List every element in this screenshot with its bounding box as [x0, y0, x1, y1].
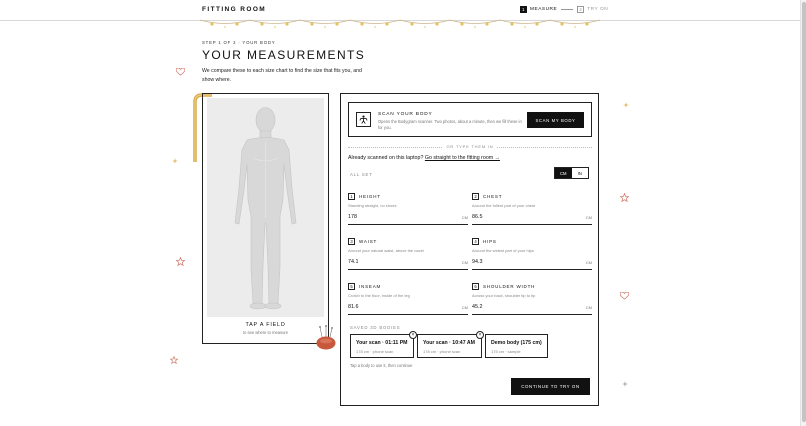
- step-1-label: MEASURE: [530, 7, 558, 12]
- page-scrollbar[interactable]: [800, 0, 806, 426]
- field-label: HEIGHT: [359, 194, 381, 199]
- saved-bodies-title: SAVED 3D BODIES: [350, 325, 401, 330]
- field-unit: CM: [461, 215, 468, 220]
- inseam-input[interactable]: 81.6: [348, 304, 359, 310]
- field-underline: [348, 224, 468, 225]
- measurements-form-panel: SCAN YOUR BODY Opens the Bodygram scanne…: [340, 93, 599, 406]
- heart-outline-icon: [176, 68, 185, 76]
- waist-field[interactable]: 3 WAIST Around your natural waist, above…: [348, 238, 468, 272]
- shoulder-width-input[interactable]: 45.2: [472, 304, 483, 310]
- field-number: 5: [348, 283, 355, 290]
- step-2-label: TRY ON: [587, 7, 609, 12]
- tap-field-subtitle: to see where to measure: [242, 330, 289, 335]
- hips-input[interactable]: 94.3: [472, 259, 483, 265]
- field-number: 1: [348, 193, 355, 200]
- saved-body-name: Your scan · 10:47 AM: [423, 340, 475, 346]
- saved-body-card[interactable]: Your scan · 01:11 PM 178 cm · phone scan…: [350, 331, 417, 358]
- field-label: SHOULDER WIDTH: [483, 284, 536, 289]
- height-input[interactable]: 178: [348, 214, 357, 220]
- saved-body-meta: 175 cm · sample: [491, 349, 521, 354]
- fitting-room-link[interactable]: Go straight to the fitting room →: [425, 155, 500, 161]
- field-number: 3: [348, 238, 355, 245]
- field-hint: Across your back, shoulder tip to tip: [472, 293, 536, 298]
- scan-description: Opens the Bodygram scanner. Two photos, …: [378, 119, 522, 130]
- saved-bodies-hint: Tap a body to use it, then continue: [350, 363, 413, 368]
- field-unit: CM: [461, 260, 468, 265]
- already-scanned-text: Already scanned on this laptop?: [348, 155, 424, 161]
- scan-body-icon: [356, 112, 371, 127]
- body-figure-background: [207, 98, 324, 317]
- field-underline: [472, 314, 592, 315]
- field-hint: Around your natural waist, above the nav…: [348, 248, 424, 253]
- body-figure-panel: TAP A FIELD to see where to measure: [202, 93, 329, 344]
- saved-body-meta: 178 cm · phone scan: [423, 349, 461, 354]
- field-label: CHEST: [483, 194, 503, 199]
- already-scanned-row: Already scanned on this laptop? Go strai…: [348, 155, 500, 161]
- or-divider-text: OR TYPE THEM IN: [442, 144, 498, 149]
- saved-body-meta: 178 cm · phone scan: [356, 349, 394, 354]
- string-lights-decoration: [200, 19, 600, 29]
- continue-to-try-on-button[interactable]: CONTINUE TO TRY ON: [511, 378, 590, 395]
- field-label: WAIST: [359, 239, 378, 244]
- page-title: YOUR MEASUREMENTS: [202, 48, 366, 62]
- star-outline-icon: [176, 257, 185, 266]
- unit-option-in[interactable]: IN: [572, 168, 589, 178]
- unit-option-cm[interactable]: CM: [555, 168, 572, 178]
- field-hint: Standing straight, no shoes: [348, 203, 397, 208]
- step-2-number: 2: [577, 6, 585, 13]
- field-number: 6: [472, 283, 479, 290]
- unit-toggle: CM IN: [554, 167, 589, 179]
- field-hint: Around the fullest part of your chest: [472, 203, 536, 208]
- waist-input[interactable]: 74.1: [348, 259, 359, 265]
- field-underline: [472, 224, 592, 225]
- saved-body-name: Your scan · 01:11 PM: [356, 340, 408, 346]
- field-number: 2: [472, 193, 479, 200]
- scan-figure-icon: [359, 115, 368, 124]
- field-unit: CM: [585, 215, 592, 220]
- step-1-number: 1: [520, 6, 527, 13]
- chest-input[interactable]: 86.5: [472, 214, 483, 220]
- scan-my-body-button[interactable]: SCAN MY BODY: [527, 112, 584, 128]
- field-underline: [472, 269, 592, 270]
- saved-body-name: Demo body (175 cm): [491, 340, 542, 346]
- delete-saved-body-button[interactable]: ×: [409, 331, 417, 339]
- scan-body-card: SCAN YOUR BODY Opens the Bodygram scanne…: [348, 102, 592, 137]
- inseam-field[interactable]: 5 INSEAM Crotch to the floor, inside of …: [348, 283, 468, 317]
- field-hint: Around the widest part of your hips: [472, 248, 534, 253]
- sparkle-icon: [623, 102, 629, 108]
- saved-body-card[interactable]: Your scan · 10:47 AM 178 cm · phone scan…: [417, 331, 484, 358]
- field-label: HIPS: [483, 239, 497, 244]
- body-silhouette[interactable]: [207, 98, 324, 317]
- field-underline: [348, 314, 468, 315]
- field-unit: CM: [461, 305, 468, 310]
- field-underline: [348, 269, 468, 270]
- saved-body-card[interactable]: Demo body (175 cm) 175 cm · sample: [485, 334, 548, 358]
- star-outline-icon: [620, 193, 629, 202]
- field-number: 4: [472, 238, 479, 245]
- hips-field[interactable]: 4 HIPS Around the widest part of your hi…: [472, 238, 592, 272]
- height-field[interactable]: 1 HEIGHT Standing straight, no shoes 178…: [348, 193, 468, 227]
- step-divider: [561, 9, 574, 10]
- status-text: ALL SET: [350, 172, 373, 177]
- field-label: INSEAM: [359, 284, 382, 289]
- field-hint: Crotch to the floor, inside of the leg: [348, 293, 410, 298]
- scan-title: SCAN YOUR BODY: [378, 112, 433, 117]
- page-subtitle: We compare these to each size chart to f…: [202, 68, 362, 83]
- brand-logo[interactable]: FITTING ROOM: [202, 6, 266, 13]
- sparkle-icon: [172, 158, 178, 164]
- chest-field[interactable]: 2 CHEST Around the fullest part of your …: [472, 193, 592, 227]
- sparkle-icon: [622, 381, 628, 387]
- heart-outline-icon: [620, 292, 629, 300]
- scrollbar-thumb[interactable]: [802, 2, 806, 422]
- step-indicator: 1 MEASURE 2 TRY ON: [520, 6, 608, 13]
- delete-saved-body-button[interactable]: ×: [476, 331, 484, 339]
- or-divider: OR TYPE THEM IN: [348, 144, 592, 150]
- star-outline-icon: [170, 356, 178, 364]
- field-unit: CM: [585, 260, 592, 265]
- field-unit: CM: [585, 305, 592, 310]
- step-eyebrow: STEP 1 OF 2 · YOUR BODY: [202, 40, 276, 45]
- shoulder-width-field[interactable]: 6 SHOULDER WIDTH Across your back, shoul…: [472, 283, 592, 317]
- pincushion-decoration: [316, 325, 336, 350]
- tap-field-title: TAP A FIELD: [245, 322, 286, 328]
